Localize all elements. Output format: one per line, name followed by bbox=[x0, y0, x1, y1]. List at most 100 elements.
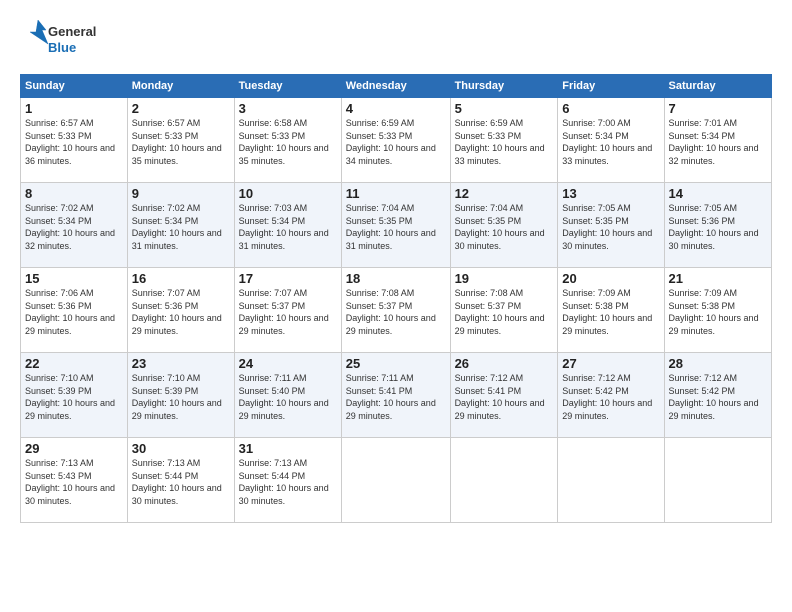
calendar-day-29: 29 Sunrise: 7:13 AM Sunset: 5:43 PM Dayl… bbox=[21, 438, 128, 523]
day-sunrise: Sunrise: 7:01 AM bbox=[669, 118, 738, 128]
day-daylight: Daylight: 10 hours and 29 minutes. bbox=[562, 398, 652, 421]
weekday-friday: Friday bbox=[558, 75, 664, 98]
day-sunset: Sunset: 5:42 PM bbox=[669, 386, 736, 396]
day-number: 28 bbox=[669, 356, 767, 371]
day-sunset: Sunset: 5:35 PM bbox=[455, 216, 522, 226]
day-number: 16 bbox=[132, 271, 230, 286]
day-sunrise: Sunrise: 7:12 AM bbox=[562, 373, 631, 383]
day-daylight: Daylight: 10 hours and 29 minutes. bbox=[455, 313, 545, 336]
calendar-week-2: 8 Sunrise: 7:02 AM Sunset: 5:34 PM Dayli… bbox=[21, 183, 772, 268]
day-daylight: Daylight: 10 hours and 35 minutes. bbox=[239, 143, 329, 166]
day-sunset: Sunset: 5:33 PM bbox=[239, 131, 306, 141]
day-number: 4 bbox=[346, 101, 446, 116]
calendar-day-12: 12 Sunrise: 7:04 AM Sunset: 5:35 PM Dayl… bbox=[450, 183, 558, 268]
day-sunrise: Sunrise: 7:08 AM bbox=[346, 288, 415, 298]
day-sunrise: Sunrise: 7:11 AM bbox=[239, 373, 307, 383]
day-sunrise: Sunrise: 7:03 AM bbox=[239, 203, 308, 213]
calendar-day-5: 5 Sunrise: 6:59 AM Sunset: 5:33 PM Dayli… bbox=[450, 98, 558, 183]
day-daylight: Daylight: 10 hours and 34 minutes. bbox=[346, 143, 436, 166]
day-daylight: Daylight: 10 hours and 31 minutes. bbox=[239, 228, 329, 251]
calendar-page: General Blue SundayMondayTuesdayWednesda… bbox=[0, 0, 792, 612]
day-number: 15 bbox=[25, 271, 123, 286]
calendar-day-15: 15 Sunrise: 7:06 AM Sunset: 5:36 PM Dayl… bbox=[21, 268, 128, 353]
day-sunrise: Sunrise: 7:00 AM bbox=[562, 118, 631, 128]
calendar-day-1: 1 Sunrise: 6:57 AM Sunset: 5:33 PM Dayli… bbox=[21, 98, 128, 183]
day-number: 9 bbox=[132, 186, 230, 201]
page-header: General Blue bbox=[20, 16, 772, 64]
day-number: 7 bbox=[669, 101, 767, 116]
calendar-body: 1 Sunrise: 6:57 AM Sunset: 5:33 PM Dayli… bbox=[21, 98, 772, 523]
day-daylight: Daylight: 10 hours and 35 minutes. bbox=[132, 143, 222, 166]
day-number: 22 bbox=[25, 356, 123, 371]
day-sunset: Sunset: 5:37 PM bbox=[346, 301, 413, 311]
calendar-week-4: 22 Sunrise: 7:10 AM Sunset: 5:39 PM Dayl… bbox=[21, 353, 772, 438]
day-daylight: Daylight: 10 hours and 29 minutes. bbox=[239, 313, 329, 336]
empty-cell bbox=[558, 438, 664, 523]
day-number: 23 bbox=[132, 356, 230, 371]
day-sunrise: Sunrise: 7:13 AM bbox=[239, 458, 308, 468]
calendar-day-30: 30 Sunrise: 7:13 AM Sunset: 5:44 PM Dayl… bbox=[127, 438, 234, 523]
day-sunset: Sunset: 5:38 PM bbox=[562, 301, 629, 311]
day-sunset: Sunset: 5:44 PM bbox=[239, 471, 306, 481]
calendar-week-3: 15 Sunrise: 7:06 AM Sunset: 5:36 PM Dayl… bbox=[21, 268, 772, 353]
day-daylight: Daylight: 10 hours and 32 minutes. bbox=[669, 143, 759, 166]
day-number: 2 bbox=[132, 101, 230, 116]
calendar-day-28: 28 Sunrise: 7:12 AM Sunset: 5:42 PM Dayl… bbox=[664, 353, 771, 438]
day-number: 31 bbox=[239, 441, 337, 456]
logo-svg: General Blue bbox=[20, 16, 110, 64]
weekday-monday: Monday bbox=[127, 75, 234, 98]
day-sunrise: Sunrise: 7:10 AM bbox=[132, 373, 201, 383]
day-sunset: Sunset: 5:33 PM bbox=[25, 131, 92, 141]
day-daylight: Daylight: 10 hours and 31 minutes. bbox=[132, 228, 222, 251]
calendar-day-8: 8 Sunrise: 7:02 AM Sunset: 5:34 PM Dayli… bbox=[21, 183, 128, 268]
day-sunrise: Sunrise: 7:07 AM bbox=[132, 288, 201, 298]
calendar-day-18: 18 Sunrise: 7:08 AM Sunset: 5:37 PM Dayl… bbox=[341, 268, 450, 353]
day-daylight: Daylight: 10 hours and 29 minutes. bbox=[669, 398, 759, 421]
day-number: 27 bbox=[562, 356, 659, 371]
day-sunrise: Sunrise: 7:09 AM bbox=[562, 288, 631, 298]
day-sunset: Sunset: 5:34 PM bbox=[669, 131, 736, 141]
calendar-day-13: 13 Sunrise: 7:05 AM Sunset: 5:35 PM Dayl… bbox=[558, 183, 664, 268]
calendar-day-27: 27 Sunrise: 7:12 AM Sunset: 5:42 PM Dayl… bbox=[558, 353, 664, 438]
day-sunset: Sunset: 5:41 PM bbox=[455, 386, 522, 396]
day-number: 20 bbox=[562, 271, 659, 286]
day-sunrise: Sunrise: 7:06 AM bbox=[25, 288, 94, 298]
day-sunrise: Sunrise: 7:13 AM bbox=[132, 458, 201, 468]
day-sunrise: Sunrise: 7:08 AM bbox=[455, 288, 524, 298]
day-sunset: Sunset: 5:40 PM bbox=[239, 386, 306, 396]
calendar-day-17: 17 Sunrise: 7:07 AM Sunset: 5:37 PM Dayl… bbox=[234, 268, 341, 353]
day-daylight: Daylight: 10 hours and 29 minutes. bbox=[669, 313, 759, 336]
day-daylight: Daylight: 10 hours and 31 minutes. bbox=[346, 228, 436, 251]
day-number: 24 bbox=[239, 356, 337, 371]
weekday-sunday: Sunday bbox=[21, 75, 128, 98]
calendar-day-24: 24 Sunrise: 7:11 AM Sunset: 5:40 PM Dayl… bbox=[234, 353, 341, 438]
day-number: 29 bbox=[25, 441, 123, 456]
day-sunset: Sunset: 5:34 PM bbox=[132, 216, 199, 226]
calendar-day-9: 9 Sunrise: 7:02 AM Sunset: 5:34 PM Dayli… bbox=[127, 183, 234, 268]
svg-text:Blue: Blue bbox=[48, 40, 76, 55]
calendar-day-11: 11 Sunrise: 7:04 AM Sunset: 5:35 PM Dayl… bbox=[341, 183, 450, 268]
day-daylight: Daylight: 10 hours and 30 minutes. bbox=[455, 228, 545, 251]
day-number: 30 bbox=[132, 441, 230, 456]
day-number: 14 bbox=[669, 186, 767, 201]
day-sunset: Sunset: 5:37 PM bbox=[455, 301, 522, 311]
day-sunset: Sunset: 5:38 PM bbox=[669, 301, 736, 311]
calendar-day-6: 6 Sunrise: 7:00 AM Sunset: 5:34 PM Dayli… bbox=[558, 98, 664, 183]
day-daylight: Daylight: 10 hours and 32 minutes. bbox=[25, 228, 115, 251]
day-sunrise: Sunrise: 7:13 AM bbox=[25, 458, 94, 468]
day-number: 10 bbox=[239, 186, 337, 201]
day-sunrise: Sunrise: 7:11 AM bbox=[346, 373, 414, 383]
calendar-day-19: 19 Sunrise: 7:08 AM Sunset: 5:37 PM Dayl… bbox=[450, 268, 558, 353]
day-daylight: Daylight: 10 hours and 33 minutes. bbox=[562, 143, 652, 166]
day-sunrise: Sunrise: 7:12 AM bbox=[669, 373, 738, 383]
day-sunset: Sunset: 5:43 PM bbox=[25, 471, 92, 481]
day-daylight: Daylight: 10 hours and 29 minutes. bbox=[239, 398, 329, 421]
day-number: 21 bbox=[669, 271, 767, 286]
day-number: 11 bbox=[346, 186, 446, 201]
day-daylight: Daylight: 10 hours and 29 minutes. bbox=[25, 313, 115, 336]
weekday-header-row: SundayMondayTuesdayWednesdayThursdayFrid… bbox=[21, 75, 772, 98]
day-daylight: Daylight: 10 hours and 36 minutes. bbox=[25, 143, 115, 166]
day-number: 17 bbox=[239, 271, 337, 286]
day-number: 8 bbox=[25, 186, 123, 201]
day-number: 12 bbox=[455, 186, 554, 201]
